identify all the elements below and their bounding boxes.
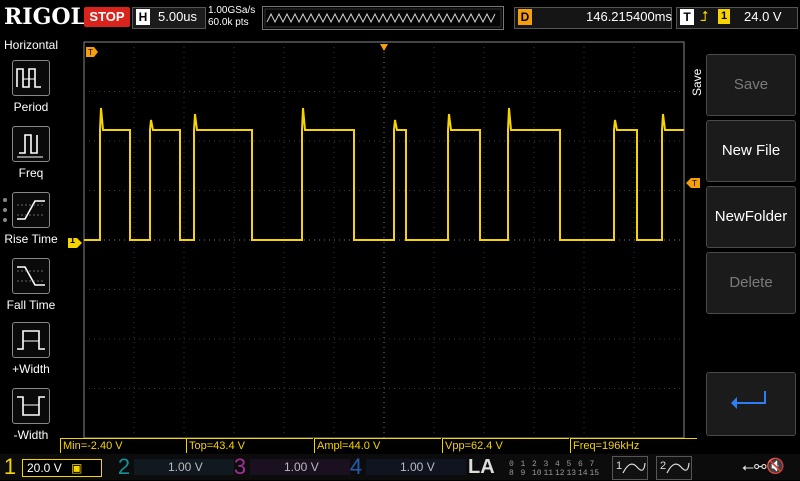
trigger-channel: 1	[718, 9, 730, 24]
memory-depth: 60.0k pts	[208, 17, 249, 28]
logic-analyzer-channels: 0 1 2 3 4 5 6 7 8 9 10 11 12 13 14 15	[508, 458, 600, 478]
measurement-min: Min=-2.40 V	[60, 438, 187, 453]
trigger-position-marker	[380, 38, 388, 51]
speaker-muted-icon[interactable]: 🔇	[766, 457, 785, 475]
la-channel-digit: 0	[509, 460, 514, 469]
channel-4-scale-value: 1.00 V	[400, 460, 435, 474]
la-channel-digit: 6	[578, 460, 583, 469]
new-file-label: New File	[721, 142, 781, 159]
la-channel-digit: 10	[532, 469, 542, 476]
la-channel-digit: 5	[567, 460, 572, 469]
new-folder-button[interactable]: NewFolder	[706, 186, 796, 248]
frequency-button[interactable]: Freq	[0, 122, 62, 186]
ref-waveform-1-button[interactable]: 1	[612, 456, 648, 480]
channel-2-scale[interactable]: 1.00 V	[134, 459, 234, 475]
svg-text:T: T	[88, 48, 93, 57]
run-stop-indicator[interactable]: STOP	[84, 7, 130, 27]
period-label: Period	[13, 100, 49, 114]
measurement-top: Top=43.4 V	[186, 438, 313, 453]
measurement-ampl: Ampl=44.0 V	[314, 438, 441, 453]
negative-width-button[interactable]: -Width	[0, 384, 62, 448]
fall-time-button[interactable]: Fall Time	[0, 254, 62, 318]
channel-3-scale[interactable]: 1.00 V	[250, 459, 350, 475]
positive-width-label: +Width	[12, 362, 50, 376]
rising-edge-icon: ⮥	[700, 8, 709, 24]
period-button[interactable]: Period	[0, 56, 62, 120]
la-channel-digit: 8	[509, 469, 514, 476]
rise-time-button[interactable]: Rise Time	[0, 188, 62, 252]
delete-label: Delete	[729, 274, 773, 291]
la-channel-digit: 3	[544, 460, 549, 469]
measurement-freq: Freq=196kHz	[570, 438, 697, 453]
channel-4-number[interactable]: 4	[346, 455, 366, 479]
usb-icon: ⭠⚯	[742, 459, 767, 476]
channel-4-scale[interactable]: 1.00 V	[366, 459, 466, 475]
positive-width-icon	[12, 322, 50, 358]
la-channel-digit: 12	[555, 469, 565, 476]
memory-overview-waveform	[264, 8, 502, 28]
la-channel-digit: 13	[567, 469, 577, 476]
return-arrow-icon	[729, 387, 773, 419]
channel-2-scale-value: 1.00 V	[168, 460, 203, 474]
negative-width-icon	[12, 388, 50, 424]
delay-label: D	[518, 9, 532, 25]
new-folder-label: NewFolder	[714, 208, 788, 225]
memory-overview	[262, 6, 504, 30]
measurement-vpp: Vpp=62.4 V	[442, 438, 569, 453]
rise-time-icon	[12, 192, 50, 228]
frequency-icon	[12, 126, 50, 162]
period-icon	[12, 60, 50, 96]
la-channel-digit: 7	[590, 460, 595, 469]
negative-width-label: -Width	[13, 428, 49, 442]
time-reference-marker: T	[86, 44, 98, 57]
waveform-display[interactable]	[62, 32, 702, 439]
la-channel-digit: 2	[532, 460, 537, 469]
frequency-label: Freq	[18, 166, 44, 180]
new-file-button[interactable]: New File	[706, 120, 796, 182]
channel-1-coupling-icon: ▣	[71, 461, 83, 475]
channel-3-number[interactable]: 3	[230, 455, 250, 479]
svg-text:T: T	[692, 179, 697, 188]
la-channel-digit: 4	[555, 460, 560, 469]
trigger-level: 24.0 V	[744, 9, 782, 24]
channel-1-scale[interactable]: 20.0 V ▣	[22, 459, 102, 477]
waveform-svg	[83, 32, 685, 439]
la-channel-digit: 11	[544, 469, 554, 476]
logic-analyzer-label[interactable]: LA	[468, 455, 495, 479]
save-button[interactable]: Save	[706, 54, 796, 116]
la-channel-digit: 14	[578, 469, 588, 476]
channel-1-marker-label: 1	[70, 235, 76, 245]
channel-3-scale-value: 1.00 V	[284, 460, 319, 474]
trigger-label: T	[680, 9, 694, 25]
save-label: Save	[733, 76, 769, 93]
la-channel-digit: 1	[521, 460, 526, 469]
delay-value: 146.215400ms	[586, 9, 673, 24]
return-button[interactable]	[706, 372, 796, 436]
ref-waveform-2-button[interactable]: 2	[656, 456, 692, 480]
sample-rate: 1.00GSa/s	[208, 5, 256, 16]
delete-button[interactable]: Delete	[706, 252, 796, 314]
channel-1-number[interactable]: 1	[0, 455, 20, 479]
horizontal-label: H	[136, 9, 150, 25]
timebase-value: 5.00us	[158, 9, 198, 24]
right-menu-title: Save	[690, 68, 704, 96]
fall-time-label: Fall Time	[6, 298, 56, 312]
trigger-level-marker: T	[686, 175, 700, 188]
positive-width-button[interactable]: +Width	[0, 318, 62, 382]
la-channel-digit: 15	[590, 469, 600, 476]
left-menu-title: Horizontal	[3, 38, 59, 52]
la-channel-digit: 9	[521, 469, 526, 476]
brand-logo: RIGOL	[4, 4, 86, 30]
channel-2-number[interactable]: 2	[114, 455, 134, 479]
fall-time-icon	[12, 258, 50, 294]
channel-1-scale-value: 20.0 V	[27, 461, 62, 475]
rise-time-label: Rise Time	[4, 232, 58, 246]
